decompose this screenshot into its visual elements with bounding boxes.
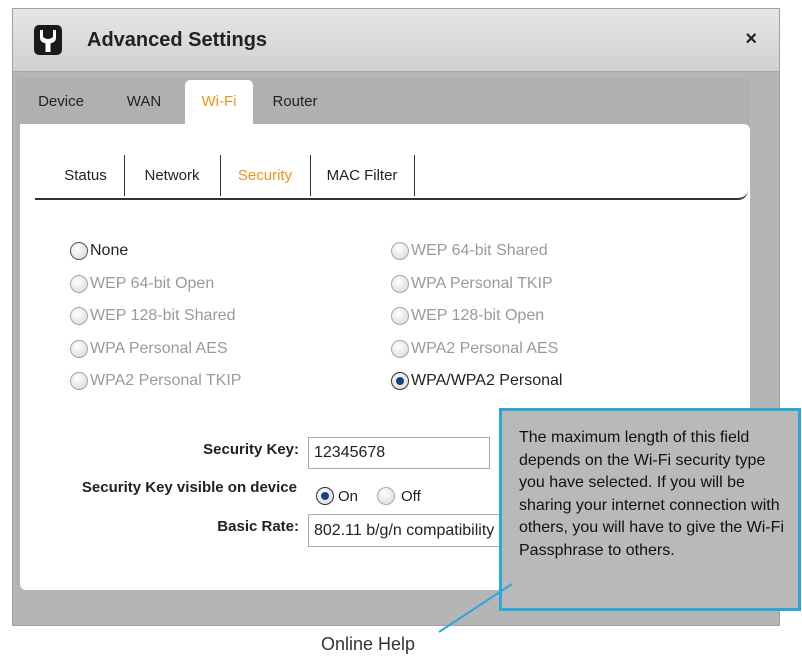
online-help-callout-label: Online Help xyxy=(321,634,416,654)
callout-line xyxy=(438,583,513,633)
